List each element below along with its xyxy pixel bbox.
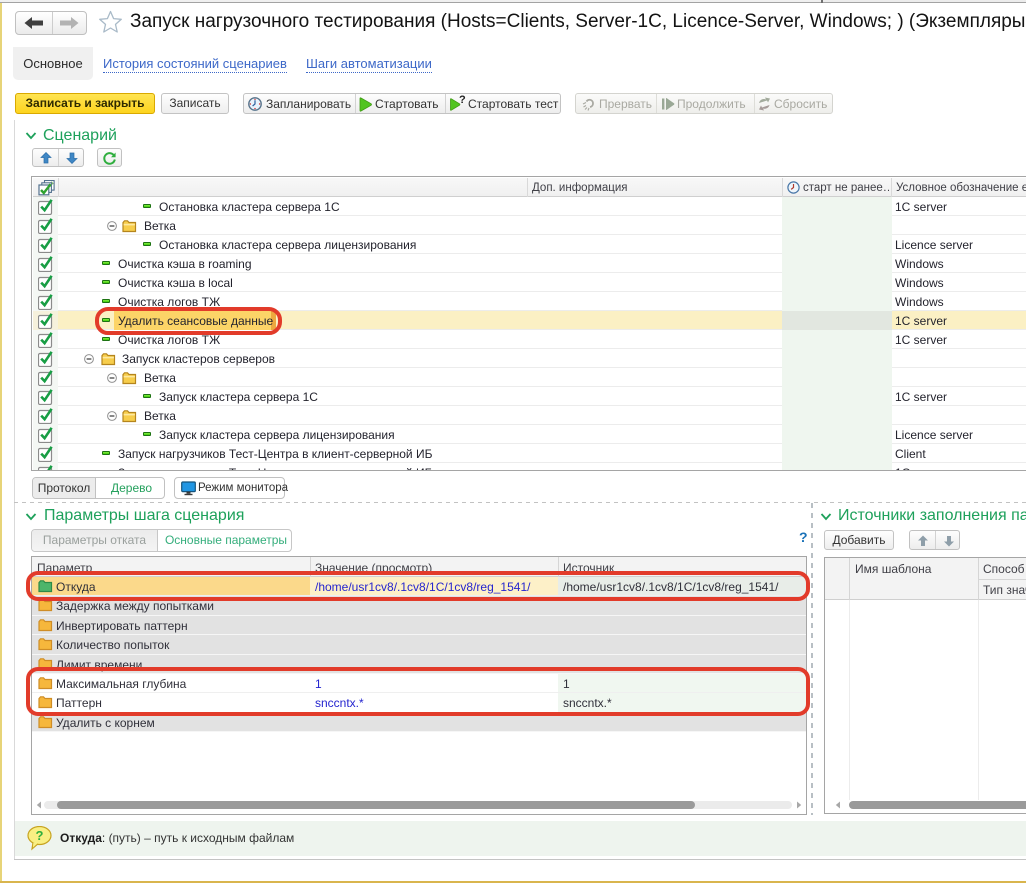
svg-text:?: ? — [36, 828, 44, 843]
